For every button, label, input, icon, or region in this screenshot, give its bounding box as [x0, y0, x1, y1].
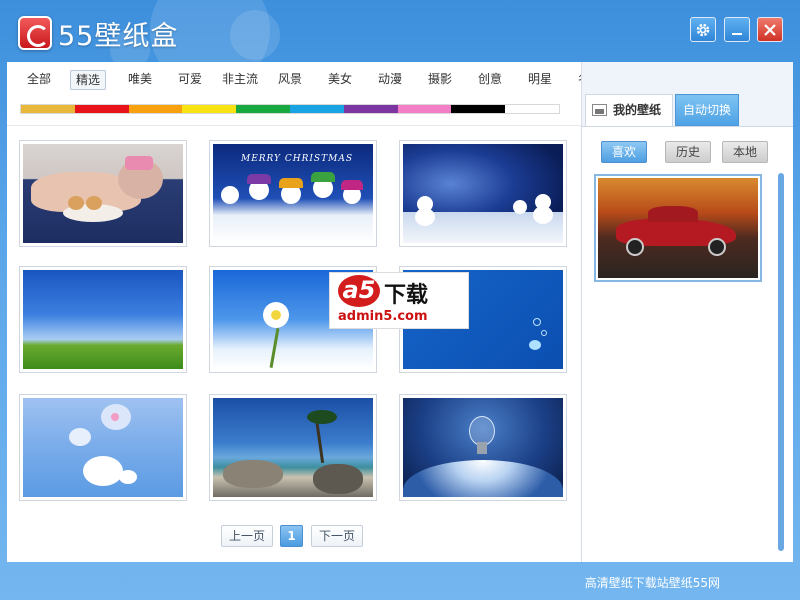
background-bubble — [230, 10, 280, 60]
main-panel: 全部 精选 唯美 可爱 非主流 风景 美女 动漫 摄影 创意 明星 名车 — [7, 62, 793, 562]
wallpaper-thumbnail[interactable] — [19, 140, 187, 247]
app-title: 55壁纸盒 — [58, 21, 179, 52]
sidebar: 我的壁纸 自动切换 喜欢 历史 本地 — [581, 62, 793, 562]
category-creative[interactable]: 创意 — [473, 70, 507, 90]
color-filter-swatch[interactable] — [289, 105, 344, 113]
color-filter-swatch[interactable] — [505, 105, 559, 113]
subtab-like[interactable]: 喜欢 — [601, 141, 647, 163]
wallpaper-image-christmas-snowmen: MERRY CHRISTMAS — [213, 144, 373, 243]
gallery-area: 全部 精选 唯美 可爱 非主流 风景 美女 动漫 摄影 创意 明星 名车 — [7, 62, 602, 562]
page-1-button[interactable]: 1 — [280, 525, 303, 547]
wallpaper-image-snowmen-night — [403, 144, 563, 243]
subtab-local[interactable]: 本地 — [722, 141, 768, 163]
minimize-icon — [732, 32, 742, 35]
title-bar[interactable]: 55壁纸盒 — [0, 0, 800, 90]
status-text[interactable]: 高清壁纸下载站壁纸55网 — [585, 574, 720, 591]
watermark-logo: a5 下载 admin5.com — [329, 272, 469, 329]
wallpaper-thumbnail[interactable] — [399, 394, 567, 501]
color-filter-swatch[interactable] — [236, 105, 290, 113]
sidebar-panel: 喜欢 历史 本地 — [582, 126, 793, 562]
category-all[interactable]: 全部 — [22, 70, 56, 90]
minimize-button[interactable] — [724, 17, 750, 42]
tab-label: 我的壁纸 — [613, 103, 662, 117]
color-filter-swatch[interactable] — [451, 105, 506, 113]
tab-my-wallpapers[interactable]: 我的壁纸 — [585, 94, 673, 126]
category-celebrity[interactable]: 明星 — [523, 70, 557, 90]
christmas-caption: MERRY CHRISTMAS — [241, 154, 353, 164]
color-filter-swatch[interactable] — [397, 105, 452, 113]
category-featured[interactable]: 精选 — [70, 70, 107, 90]
color-filter-swatch[interactable] — [343, 105, 398, 113]
category-alternative[interactable]: 非主流 — [217, 70, 263, 90]
picture-icon — [592, 104, 607, 116]
category-bar: 全部 精选 唯美 可爱 非主流 风景 美女 动漫 摄影 创意 明星 — [7, 62, 581, 98]
settings-button[interactable] — [690, 17, 716, 42]
divider — [7, 125, 581, 126]
color-filter-swatch[interactable] — [74, 105, 129, 113]
wallpaper-image-sky-grassland — [23, 270, 183, 369]
tab-auto-switch[interactable]: 自动切换 — [675, 94, 739, 126]
wallpaper-thumbnail[interactable] — [399, 140, 567, 247]
color-filter-swatch[interactable] — [21, 105, 75, 113]
watermark-text: 下载 — [384, 283, 429, 308]
category-beauty[interactable]: 美女 — [323, 70, 357, 90]
watermark-brand: a5 — [338, 275, 380, 307]
gear-icon — [696, 23, 710, 36]
close-button[interactable] — [757, 17, 783, 42]
wallpaper-image-tropical-beach — [213, 398, 373, 497]
wallpaper-thumbnail[interactable] — [19, 266, 187, 373]
favorite-wallpaper-thumbnail[interactable] — [594, 174, 762, 282]
watermark-url: admin5.com — [338, 309, 428, 324]
watermark-header: a5 下载 — [336, 275, 466, 308]
sidebar-scrollbar[interactable] — [778, 173, 784, 551]
wallpaper-thumbnail[interactable] — [209, 394, 377, 501]
wallpaper-image-red-car — [598, 178, 758, 278]
wallpaper-image-blue-flowers — [23, 398, 183, 497]
category-cute[interactable]: 可爱 — [173, 70, 207, 90]
prev-page-button[interactable]: 上一页 — [221, 525, 273, 547]
category-photography[interactable]: 摄影 — [423, 70, 457, 90]
status-bar: 高清壁纸下载站壁纸55网 — [0, 562, 800, 600]
category-scenery[interactable]: 风景 — [273, 70, 307, 90]
subtab-history[interactable]: 历史 — [665, 141, 711, 163]
next-page-button[interactable]: 下一页 — [311, 525, 363, 547]
close-icon — [764, 23, 776, 36]
category-anime[interactable]: 动漫 — [373, 70, 407, 90]
color-filter-swatch[interactable] — [182, 105, 237, 113]
app-window: 55壁纸盒 全部 精选 唯美 可爱 非主流 风景 美女 动漫 摄影 创意 明星 … — [0, 0, 800, 600]
wallpaper-image-lightbulb-earth — [403, 398, 563, 497]
color-filter-swatch[interactable] — [128, 105, 183, 113]
category-aesthetic[interactable]: 唯美 — [123, 70, 157, 90]
wallpaper-thumbnail[interactable]: MERRY CHRISTMAS — [209, 140, 377, 247]
color-filter-bar — [20, 104, 560, 114]
wallpaper-image-sleeping-puppy — [23, 144, 183, 243]
app-logo-icon — [18, 16, 52, 50]
wallpaper-thumbnail[interactable] — [19, 394, 187, 501]
